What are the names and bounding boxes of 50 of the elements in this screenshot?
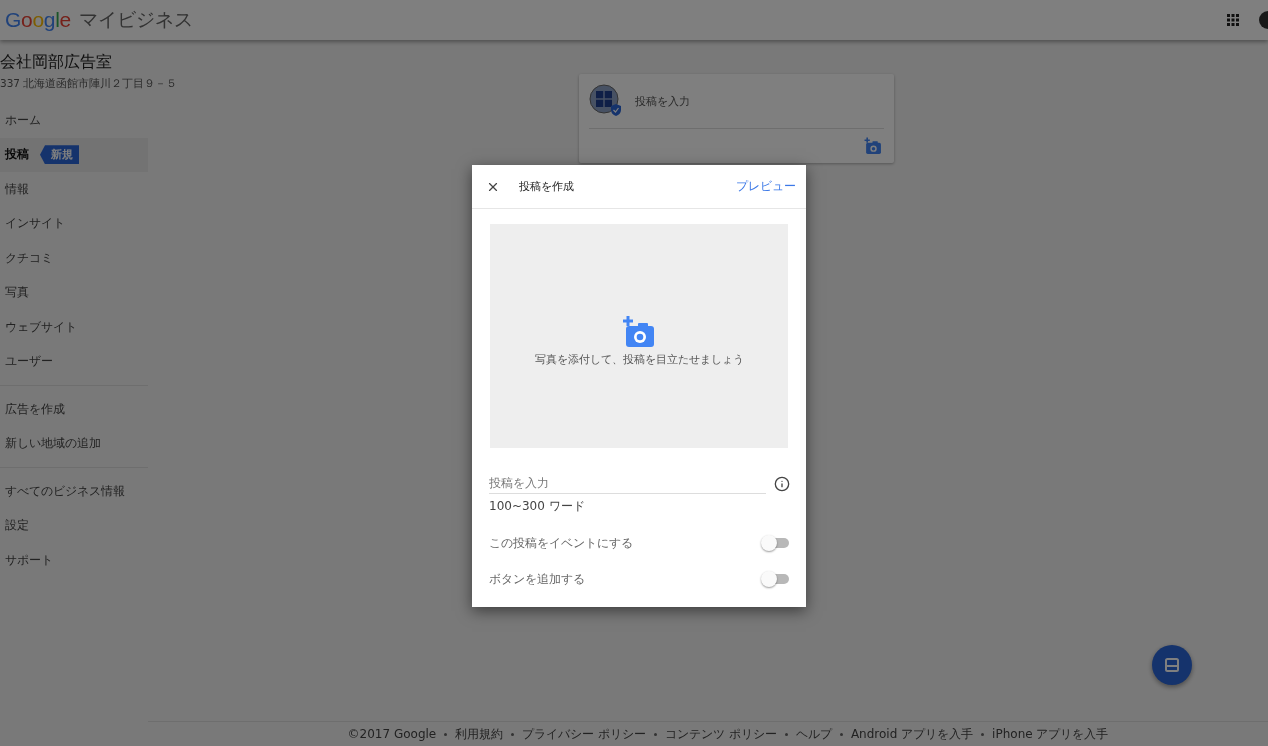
- sidebar-item[interactable]: すべてのビジネス情報: [0, 474, 148, 509]
- copyright-text: ©2017 Google: [347, 727, 437, 741]
- footer-link[interactable]: ヘルプ: [795, 725, 832, 743]
- google-logo[interactable]: Google: [5, 8, 71, 32]
- business-name: 会社岡部広告室: [0, 52, 113, 73]
- toggle-label: この投稿をイベントにする: [489, 534, 633, 552]
- post-prompt[interactable]: 投稿を入力: [635, 93, 690, 109]
- toggle-switch[interactable]: [762, 574, 789, 584]
- product-name: マイビジネス: [79, 7, 193, 32]
- apps-grid-icon[interactable]: [1227, 14, 1239, 26]
- sidebar-item[interactable]: 新しい地域の追加: [0, 426, 148, 461]
- sidebar-item[interactable]: 写真: [0, 275, 148, 310]
- footer-link[interactable]: プライバシー ポリシー: [522, 725, 647, 743]
- separator-dot: [444, 732, 448, 736]
- dialog-title: 投稿を作成: [519, 179, 574, 194]
- post-input-field[interactable]: 投稿を入力: [489, 474, 766, 494]
- separator-dot: [981, 732, 985, 736]
- add-photo-icon[interactable]: [864, 137, 882, 155]
- footer-link[interactable]: Android アプリを入手: [850, 725, 974, 743]
- sidebar-item[interactable]: ホーム: [0, 103, 148, 138]
- footer-link[interactable]: コンテンツ ポリシー: [665, 725, 777, 743]
- sidebar-item[interactable]: 情報: [0, 172, 148, 207]
- sidebar-item[interactable]: サポート: [0, 543, 148, 578]
- new-badge: 新規: [40, 145, 79, 165]
- preview-link[interactable]: プレビュー: [736, 178, 796, 195]
- post-fab-button[interactable]: [1152, 645, 1192, 685]
- business-address: 337 北海道函館市陣川２丁目９－５: [0, 77, 178, 91]
- sidebar-item-label: 投稿: [5, 147, 29, 163]
- toggle-label: ボタンを追加する: [489, 570, 585, 588]
- post-icon: [1165, 658, 1179, 672]
- sidebar-item[interactable]: クチコミ: [0, 241, 148, 276]
- separator-dot: [784, 732, 788, 736]
- separator-dot: [654, 732, 658, 736]
- sidebar-item[interactable]: ウェブサイト: [0, 310, 148, 345]
- sidebar-item[interactable]: 投稿 新規: [0, 137, 148, 172]
- sidebar-item[interactable]: 広告を作成: [0, 392, 148, 427]
- sidebar-item[interactable]: 設定: [0, 508, 148, 543]
- sidebar-item[interactable]: インサイト: [0, 206, 148, 241]
- photo-hint: 写真を添付して、投稿を目立たせましょう: [534, 353, 744, 367]
- sidebar-item[interactable]: ユーザー: [0, 344, 148, 379]
- footer-link[interactable]: 利用規約: [455, 725, 504, 743]
- word-count-hint: 100~300 ワード: [489, 498, 586, 515]
- add-photo-icon[interactable]: [622, 315, 656, 349]
- separator-dot: [839, 732, 843, 736]
- separator-dot: [511, 732, 515, 736]
- toggle-switch[interactable]: [762, 538, 789, 548]
- business-avatar-icon: [589, 84, 623, 118]
- info-icon[interactable]: [774, 476, 790, 492]
- footer-link[interactable]: iPhone アプリを入手: [992, 725, 1109, 743]
- photo-dropzone[interactable]: 写真を添付して、投稿を目立たせましょう: [490, 224, 788, 448]
